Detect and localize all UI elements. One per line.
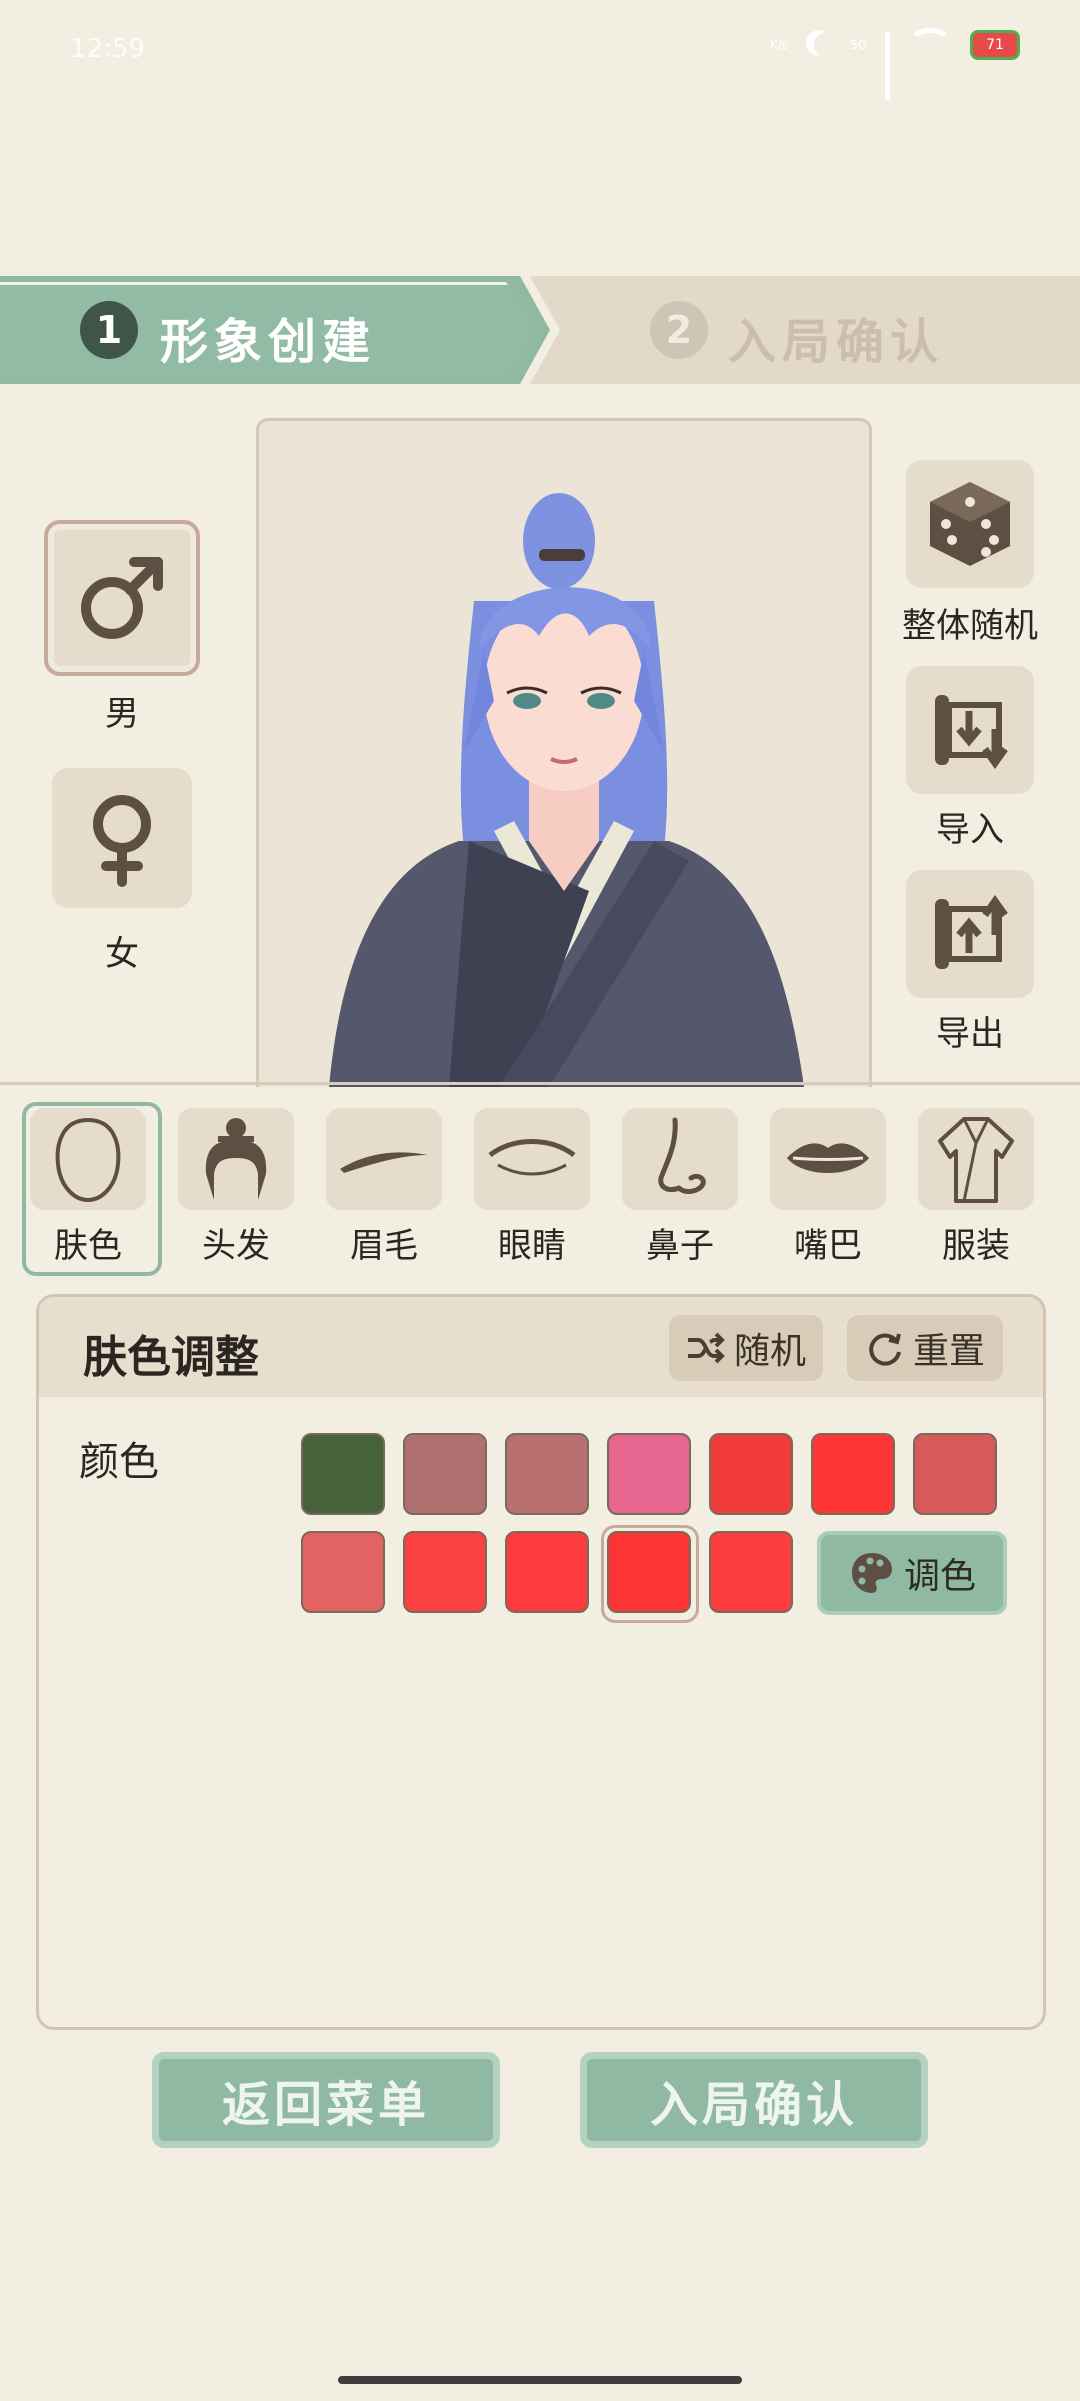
color-label: 颜色 [79,1439,159,1485]
panel-header: 肤色调整 随机 重置 [39,1297,1043,1397]
import-label: 导入 [936,810,1004,850]
signal-type: 5G [850,38,867,52]
color-swatch[interactable] [709,1433,793,1515]
category-clothing[interactable]: 服装 [918,1108,1034,1267]
reset-label: 重置 [912,1331,985,1372]
robe-icon [938,1117,1014,1203]
signal-icon [885,32,890,100]
home-indicator[interactable] [338,2376,742,2384]
color-swatch[interactable] [913,1433,997,1515]
male-button[interactable] [44,520,200,676]
step-banner: 2 入局确认 1 形象创建 [0,276,1080,384]
color-swatch[interactable] [505,1531,589,1613]
import-button[interactable] [906,666,1034,794]
confirm-enter-button[interactable]: 入局确认 [580,2052,928,2148]
step-1-number: 1 [80,301,138,359]
random-all-button[interactable] [906,460,1034,588]
export-label: 导出 [936,1014,1004,1054]
do-not-disturb-icon [814,32,840,58]
nose-icon [658,1117,706,1194]
network-speed: K/s [769,38,789,52]
male-label: 男 [105,694,139,734]
reset-button[interactable]: 重置 [847,1315,1003,1381]
step-1-label: 形象创建 [160,314,377,370]
back-to-menu-button[interactable]: 返回菜单 [152,2052,500,2148]
import-scroll-icon [935,695,1008,770]
step-1: 1 形象创建 [0,276,550,384]
random-label: 随机 [733,1331,806,1372]
random-button[interactable]: 随机 [669,1315,823,1381]
step-2-label: 入局确认 [728,314,945,370]
eye-icon [488,1139,576,1176]
category-hair[interactable]: 头发 [178,1108,294,1267]
skin-adjust-panel: 肤色调整 随机 重置 颜色 调色 [36,1294,1046,2030]
export-button[interactable] [906,870,1034,998]
step-2-number: 2 [650,301,708,359]
random-all-label: 整体随机 [902,606,1038,646]
color-swatch[interactable] [607,1433,691,1515]
category-eyes[interactable]: 眼睛 [474,1108,590,1267]
status-time: 12:59 [70,34,145,64]
face-outline-icon [55,1117,121,1203]
palette-icon [851,1553,892,1593]
panel-title: 肤色调整 [83,1332,259,1383]
female-symbol-icon [93,795,151,887]
category-mouth[interactable]: 嘴巴 [770,1108,886,1267]
female-button[interactable] [52,768,192,908]
custom-color-button[interactable]: 调色 [817,1531,1007,1615]
color-swatch[interactable] [403,1433,487,1515]
color-swatch[interactable] [505,1433,589,1515]
color-swatch-selected[interactable] [607,1531,691,1613]
hair-bun-icon [205,1118,267,1200]
category-skin[interactable]: 肤色 [30,1108,146,1267]
custom-color-label: 调色 [903,1556,976,1597]
category-eyebrows[interactable]: 眉毛 [326,1108,442,1267]
status-icons: K/s 5G 71 [769,28,1020,100]
lips-icon [787,1143,869,1173]
male-symbol-icon [81,557,163,639]
color-swatch[interactable] [403,1531,487,1613]
wifi-icon [908,28,952,62]
character-illustration [329,493,804,1087]
reset-icon [869,1333,901,1366]
shuffle-icon [687,1332,725,1364]
battery-icon: 71 [970,30,1020,60]
color-swatch[interactable] [301,1531,385,1613]
character-portrait [256,418,872,1087]
divider [0,1082,1080,1085]
step-2: 2 入局确认 [530,276,1080,384]
eyebrow-icon [340,1152,428,1173]
color-swatch[interactable] [811,1433,895,1515]
dice-icon [930,482,1010,566]
female-label: 女 [105,934,139,974]
export-scroll-icon [935,894,1008,969]
category-nose[interactable]: 鼻子 [622,1108,738,1267]
color-swatch[interactable] [709,1531,793,1613]
color-swatch[interactable] [301,1433,385,1515]
